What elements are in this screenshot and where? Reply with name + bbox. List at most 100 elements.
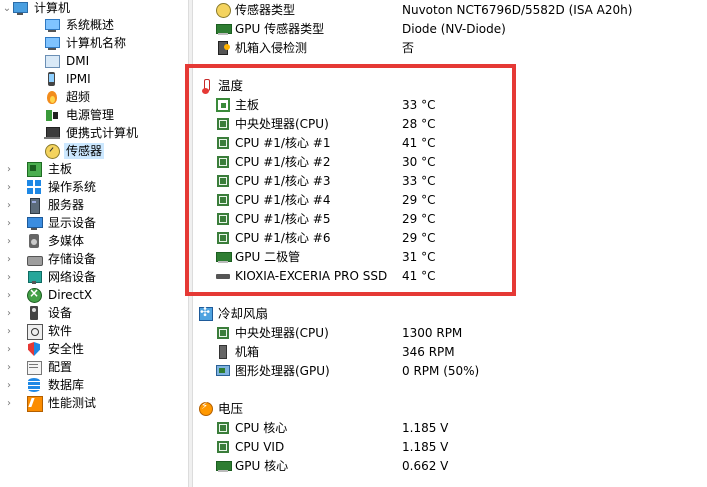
navigation-tree: ⌄ 计算机 系统概述 计算机名称 DMI IPMI 超频 电源管理 便携式计算机…	[0, 0, 188, 487]
tree-item-portable-computer[interactable]: 便携式计算机	[44, 124, 140, 142]
tree-label: DMI	[66, 54, 90, 68]
tree-node-network[interactable]: › 网络设备	[0, 268, 98, 286]
chevron-right-icon[interactable]: ›	[4, 322, 14, 340]
chevron-right-icon[interactable]: ›	[4, 376, 14, 394]
tree-node-benchmark[interactable]: › 性能测试	[0, 394, 98, 412]
tree-node-database[interactable]: › 数据库	[0, 376, 86, 394]
directx-icon	[26, 286, 42, 303]
tree-label: 电源管理	[66, 108, 115, 122]
tree-label: 设备	[48, 306, 73, 320]
tree-node-multimedia[interactable]: › 多媒体	[0, 232, 86, 250]
fan-value: 346 RPM	[402, 344, 455, 359]
chevron-right-icon[interactable]: ›	[4, 286, 14, 304]
prop-row-gpu-sensor-type[interactable]: GPU 传感器类型 Diode (NV-Diode)	[215, 19, 506, 38]
prop-row-sensor-type[interactable]: 传感器类型 Nuvoton NCT6796D/5582D (ISA A20h)	[215, 0, 632, 19]
fan-row[interactable]: 中央处理器(CPU) 1300 RPM	[215, 323, 462, 342]
benchmark-icon	[26, 395, 43, 412]
voltage-value: 1.185 V	[402, 439, 449, 454]
tree-item-ipmi[interactable]: IPMI	[44, 70, 93, 88]
tree-item-system-summary[interactable]: 系统概述	[44, 16, 116, 34]
display-icon	[26, 215, 43, 231]
prop-label: 传感器类型	[235, 2, 296, 17]
config-icon	[26, 359, 42, 375]
fan-row[interactable]: 图形处理器(GPU) 0 RPM (50%)	[215, 361, 479, 380]
chevron-right-icon[interactable]: ›	[4, 214, 14, 232]
tree-node-devices[interactable]: › 设备	[0, 304, 74, 322]
group-title: 冷却风扇	[218, 305, 269, 321]
voltage-row[interactable]: CPU 核心 1.185 V	[215, 418, 448, 437]
tree-label: 配置	[48, 360, 73, 374]
tree-label: 安全性	[48, 342, 85, 356]
voltage-value: 1.185 V	[402, 420, 449, 435]
prop-label: GPU 传感器类型	[235, 21, 325, 36]
chevron-right-icon[interactable]: ›	[4, 340, 14, 358]
prop-row-intrusion[interactable]: 机箱入侵检测 否	[215, 38, 414, 57]
chevron-right-icon[interactable]: ›	[4, 196, 14, 214]
tree-node-os[interactable]: › 操作系统	[0, 178, 98, 196]
tree-item-overclock[interactable]: 超频	[44, 88, 92, 106]
cpu-icon	[215, 420, 231, 436]
tree-node-server[interactable]: › 服务器	[0, 196, 86, 214]
laptop-icon	[44, 125, 60, 141]
chevron-right-icon[interactable]: ›	[4, 394, 14, 412]
fan-label: 中央处理器(CPU)	[235, 325, 329, 340]
tree-label: 软件	[48, 324, 73, 338]
fan-label: 机箱	[235, 344, 260, 359]
fan-row[interactable]: 机箱 346 RPM	[215, 342, 455, 361]
fan-value: 0 RPM (50%)	[402, 363, 480, 378]
group-header-voltage: 电压	[198, 399, 243, 418]
prop-label: 机箱入侵检测	[235, 40, 308, 55]
tree-label: 数据库	[48, 378, 85, 392]
tree-label: 计算机	[34, 1, 71, 15]
tree-label: 操作系统	[48, 180, 97, 194]
voltage-label: CPU VID	[235, 439, 285, 454]
disk-icon	[26, 251, 43, 267]
voltage-label: GPU 核心	[235, 458, 289, 473]
chevron-right-icon[interactable]: ›	[4, 232, 14, 250]
tree-label: 服务器	[48, 198, 85, 212]
chassis-intrusion-icon	[215, 40, 231, 56]
chevron-right-icon[interactable]: ›	[4, 178, 14, 196]
chevron-right-icon[interactable]: ›	[4, 358, 14, 376]
server-icon	[26, 197, 42, 214]
voltage-row[interactable]: GPU 核心 0.662 V	[215, 456, 448, 475]
tree-label: 便携式计算机	[66, 126, 139, 140]
tree-node-config[interactable]: › 配置	[0, 358, 74, 376]
tree-item-power-management[interactable]: 电源管理	[44, 106, 116, 124]
graphics-card-icon	[215, 363, 231, 379]
group-header-fans: 冷却风扇	[198, 304, 268, 323]
chevron-right-icon[interactable]: ›	[4, 250, 14, 268]
tree-node-directx[interactable]: › DirectX	[0, 286, 94, 304]
prop-value: Nuvoton NCT6796D/5582D (ISA A20h)	[402, 2, 633, 17]
tree-label: DirectX	[48, 288, 93, 302]
tree-label: 计算机名称	[66, 36, 127, 50]
monitor-icon	[44, 35, 60, 51]
tree-node-motherboard[interactable]: › 主板	[0, 160, 74, 178]
ipmi-icon	[44, 71, 60, 87]
gpu-icon	[215, 21, 232, 37]
tree-label: 传感器	[64, 143, 105, 159]
tree-node-computer[interactable]: ⌄ 计算机	[0, 0, 72, 17]
chevron-down-icon[interactable]: ⌄	[2, 0, 12, 17]
tree-node-security[interactable]: › 安全性	[0, 340, 86, 358]
chevron-right-icon[interactable]: ›	[4, 268, 14, 286]
chevron-right-icon[interactable]: ›	[4, 160, 14, 178]
tree-label: 多媒体	[48, 234, 85, 248]
voltage-row[interactable]: CPU VID 1.185 V	[215, 437, 448, 456]
gauge-icon	[44, 143, 60, 159]
power-plug-icon	[44, 107, 60, 123]
tree-node-storage[interactable]: › 存储设备	[0, 250, 98, 268]
tree-label: 网络设备	[48, 270, 97, 284]
shield-icon	[26, 341, 42, 357]
tree-item-sensor[interactable]: 传感器	[44, 142, 105, 160]
tree-item-dmi[interactable]: DMI	[44, 52, 91, 70]
tree-node-display[interactable]: › 显示设备	[0, 214, 98, 232]
cpu-icon	[215, 325, 231, 341]
case-icon	[215, 344, 231, 360]
tree-node-software[interactable]: › 软件	[0, 322, 74, 340]
fan-value: 1300 RPM	[402, 325, 463, 340]
software-icon	[26, 323, 43, 340]
tree-item-computer-name[interactable]: 计算机名称	[44, 34, 128, 52]
chevron-right-icon[interactable]: ›	[4, 304, 14, 322]
highlight-box	[185, 64, 516, 296]
